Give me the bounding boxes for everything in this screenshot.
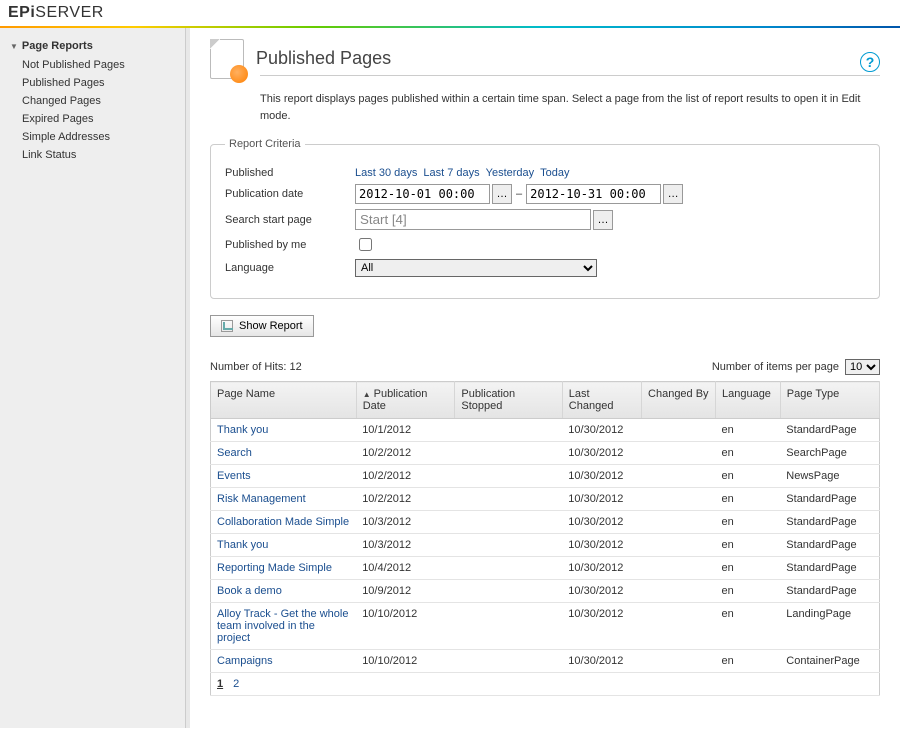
- date-from-input[interactable]: [355, 184, 490, 204]
- report-icon: [221, 320, 233, 332]
- page-link[interactable]: Events: [217, 470, 251, 482]
- page-title: Published Pages: [256, 48, 848, 69]
- hit-count: Number of Hits: 12: [210, 361, 712, 373]
- page-link[interactable]: Reporting Made Simple: [217, 562, 332, 574]
- column-header[interactable]: Last Changed: [562, 382, 641, 419]
- per-page-label: Number of items per page: [712, 361, 839, 373]
- sidebar: Page Reports Not Published PagesPublishe…: [0, 28, 186, 728]
- per-page-select[interactable]: 10: [845, 359, 880, 375]
- table-row: Thank you10/3/201210/30/2012enStandardPa…: [211, 534, 880, 557]
- table-row: Collaboration Made Simple10/3/201210/30/…: [211, 511, 880, 534]
- date-range-separator: –: [516, 188, 522, 200]
- date-to-picker-button[interactable]: …: [663, 184, 683, 204]
- table-row: Risk Management10/2/201210/30/2012enStan…: [211, 488, 880, 511]
- table-row: Book a demo10/9/201210/30/2012enStandard…: [211, 580, 880, 603]
- published-quicklink[interactable]: Today: [540, 167, 569, 179]
- page-link[interactable]: Risk Management: [217, 493, 306, 505]
- page-link[interactable]: Book a demo: [217, 585, 282, 597]
- page-link[interactable]: Thank you: [217, 424, 268, 436]
- column-header[interactable]: Publication Stopped: [455, 382, 562, 419]
- show-report-button[interactable]: Show Report: [210, 315, 314, 337]
- column-header[interactable]: Page Type: [780, 382, 879, 419]
- sidebar-item[interactable]: Not Published Pages: [0, 56, 185, 74]
- sidebar-item[interactable]: Simple Addresses: [0, 128, 185, 146]
- help-icon[interactable]: ?: [860, 52, 880, 72]
- pager-page[interactable]: 2: [233, 678, 239, 690]
- label-published: Published: [225, 167, 355, 179]
- published-quicklinks: Last 30 days Last 7 days Yesterday Today: [355, 167, 576, 179]
- column-header[interactable]: Language: [715, 382, 780, 419]
- date-to-input[interactable]: [526, 184, 661, 204]
- page-description: This report displays pages published wit…: [210, 85, 880, 138]
- language-select[interactable]: All: [355, 259, 597, 277]
- column-header[interactable]: Page Name: [211, 382, 357, 419]
- label-publication-date: Publication date: [225, 188, 355, 200]
- report-criteria: Report Criteria Published Last 30 daysLa…: [210, 138, 880, 299]
- column-header[interactable]: Publication Date: [356, 382, 455, 419]
- sidebar-section-title[interactable]: Page Reports: [0, 36, 185, 56]
- published-quicklink[interactable]: Last 7 days: [423, 167, 479, 179]
- page-link[interactable]: Thank you: [217, 539, 268, 551]
- date-from-picker-button[interactable]: …: [492, 184, 512, 204]
- brand-label: EPiSERVER: [8, 4, 104, 21]
- sidebar-item[interactable]: Expired Pages: [0, 110, 185, 128]
- column-header[interactable]: Changed By: [642, 382, 716, 419]
- page-link[interactable]: Campaigns: [217, 655, 273, 667]
- published-by-me-checkbox[interactable]: [359, 238, 372, 251]
- start-page-input[interactable]: [355, 209, 591, 230]
- published-pages-icon: [210, 39, 244, 79]
- published-quicklink[interactable]: Last 30 days: [355, 167, 417, 179]
- start-page-browse-button[interactable]: …: [593, 210, 613, 230]
- pager-page[interactable]: 1: [217, 678, 223, 690]
- pager: 12: [211, 673, 880, 696]
- main-content: Published Pages ? This report displays p…: [186, 28, 900, 728]
- table-row: Reporting Made Simple10/4/201210/30/2012…: [211, 557, 880, 580]
- sidebar-item[interactable]: Link Status: [0, 146, 185, 164]
- table-row: Thank you10/1/201210/30/2012enStandardPa…: [211, 419, 880, 442]
- page-link[interactable]: Alloy Track - Get the whole team involve…: [217, 608, 348, 644]
- show-report-label: Show Report: [239, 320, 303, 332]
- table-row: Alloy Track - Get the whole team involve…: [211, 603, 880, 650]
- label-language: Language: [225, 262, 355, 274]
- table-row: Search10/2/201210/30/2012enSearchPage: [211, 442, 880, 465]
- sidebar-item[interactable]: Published Pages: [0, 74, 185, 92]
- app-header: EPiSERVER: [0, 0, 900, 28]
- label-search-start-page: Search start page: [225, 214, 355, 226]
- table-row: Events10/2/201210/30/2012enNewsPage: [211, 465, 880, 488]
- page-link[interactable]: Collaboration Made Simple: [217, 516, 349, 528]
- published-quicklink[interactable]: Yesterday: [486, 167, 535, 179]
- sidebar-item[interactable]: Changed Pages: [0, 92, 185, 110]
- table-row: Campaigns10/10/201210/30/2012enContainer…: [211, 650, 880, 673]
- criteria-legend: Report Criteria: [225, 138, 305, 150]
- page-link[interactable]: Search: [217, 447, 252, 459]
- label-published-by-me: Published by me: [225, 239, 355, 251]
- results-table: Page NamePublication DatePublication Sto…: [210, 381, 880, 696]
